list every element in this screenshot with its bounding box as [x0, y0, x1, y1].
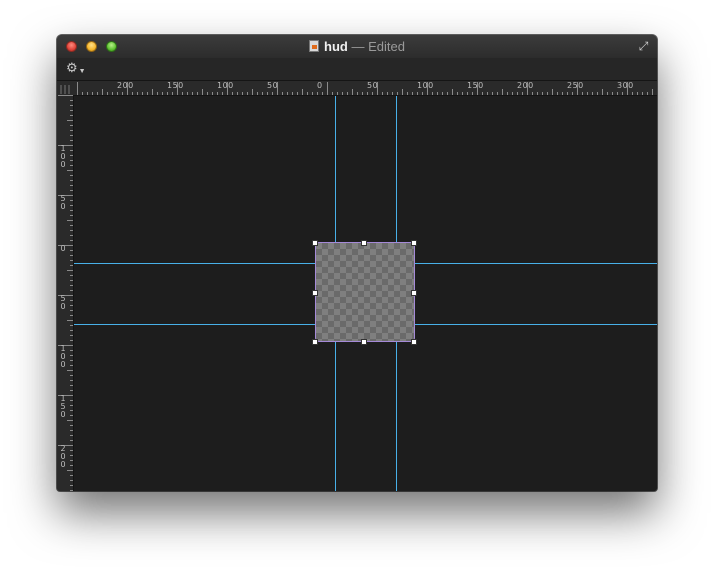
ruler-label: 50: [367, 81, 379, 90]
ruler-label: 150: [467, 81, 484, 90]
resize-handle-bottom-right[interactable]: [411, 339, 417, 345]
ruler-label: 0: [317, 81, 323, 90]
ruler-label: 200: [517, 81, 534, 90]
document-window: hud — Edited ⤢ ⚙▼ 200 150 100 50 0 50 10…: [57, 35, 657, 491]
ruler-label: 200: [117, 81, 134, 90]
ruler-label: 300: [617, 81, 634, 90]
vertical-ruler[interactable]: 100 50 0 50 100 150 200: [57, 95, 74, 491]
document-icon[interactable]: [309, 40, 320, 52]
title-bar[interactable]: hud — Edited ⤢: [57, 35, 657, 59]
ruler-label: 50: [60, 294, 66, 311]
window-title: hud — Edited: [57, 39, 657, 54]
resize-handle-top-right[interactable]: [411, 240, 417, 246]
action-menu-button[interactable]: ⚙▼: [66, 61, 86, 79]
fullscreen-icon[interactable]: ⤢: [637, 40, 650, 53]
toolbar: ⚙▼: [57, 58, 657, 81]
ruler-label: 50: [60, 194, 66, 211]
resize-handle-bottom-left[interactable]: [312, 339, 318, 345]
resize-handle-right[interactable]: [411, 290, 417, 296]
chevron-down-icon: ▼: [78, 68, 86, 75]
edited-status: — Edited: [351, 39, 405, 54]
gear-icon: ⚙: [66, 60, 78, 75]
ruler-label: 250: [567, 81, 584, 90]
ruler-label: 100: [60, 144, 66, 169]
horizontal-ruler[interactable]: 200 150 100 50 0 50 100 150 200 250 300: [73, 81, 657, 96]
ruler-corner[interactable]: [57, 81, 74, 96]
ruler-label: 100: [217, 81, 234, 90]
resize-handle-top[interactable]: [361, 240, 367, 246]
document-name: hud: [324, 39, 348, 54]
ruler-label: 150: [167, 81, 184, 90]
selected-shape[interactable]: [315, 242, 415, 342]
ruler-label: 0: [60, 244, 66, 253]
ruler-label: 50: [267, 81, 279, 90]
resize-handle-bottom[interactable]: [361, 339, 367, 345]
ruler-label: 100: [60, 344, 66, 369]
ruler-label: 150: [60, 394, 66, 419]
resize-handle-top-left[interactable]: [312, 240, 318, 246]
resize-handle-left[interactable]: [312, 290, 318, 296]
ruler-label: 200: [60, 444, 66, 469]
ruler-label: 100: [417, 81, 434, 90]
